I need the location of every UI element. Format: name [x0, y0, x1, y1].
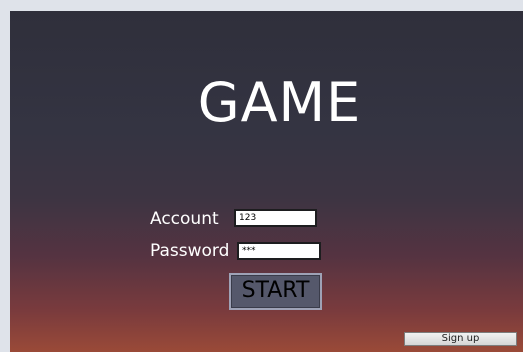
account-input[interactable]: 123: [234, 209, 317, 227]
password-input[interactable]: ***: [237, 242, 321, 260]
login-screen: GAME Account 123 Password *** START Sign…: [10, 11, 523, 352]
signup-button[interactable]: Sign up: [404, 332, 517, 346]
account-label: Account: [150, 209, 219, 229]
game-title: GAME: [197, 71, 362, 134]
start-button[interactable]: START: [229, 273, 322, 310]
password-label: Password: [150, 241, 230, 261]
window-frame: GAME Account 123 Password *** START Sign…: [0, 0, 523, 352]
